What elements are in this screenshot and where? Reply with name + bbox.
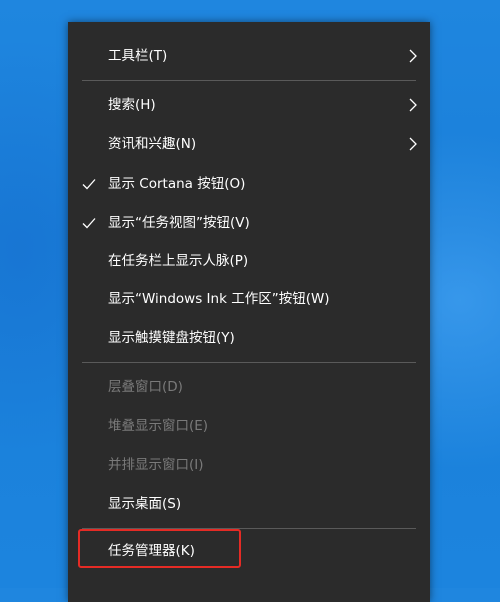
menu-item-show-touch-keyboard-button[interactable]: 显示触摸键盘按钮(Y) <box>68 318 430 358</box>
menu-item-label: 工具栏(T) <box>108 48 168 64</box>
menu-item-label: 堆叠显示窗口(E) <box>108 418 209 434</box>
menu-item-show-desktop[interactable]: 显示桌面(S) <box>68 484 430 524</box>
menu-separator <box>82 80 416 81</box>
menu-item-label: 资讯和兴趣(N) <box>108 136 197 152</box>
menu-separator <box>82 362 416 363</box>
menu-item-cascade-windows: 层叠窗口(D) <box>68 367 430 407</box>
menu-item-label: 层叠窗口(D) <box>108 379 183 395</box>
menu-item-show-people[interactable]: 在任务栏上显示人脉(P) <box>68 241 430 281</box>
menu-item-show-cortana-button[interactable]: 显示 Cortana 按钮(O) <box>68 164 430 204</box>
menu-item-label: 搜索(H) <box>108 97 156 113</box>
menu-item-toolbars[interactable]: 工具栏(T) <box>68 36 430 76</box>
menu-item-label: 并排显示窗口(I) <box>108 457 204 473</box>
menu-item-show-task-view-button[interactable]: 显示“任务视图”按钮(V) <box>68 203 430 243</box>
chevron-right-icon <box>408 124 418 164</box>
chevron-right-icon <box>408 36 418 76</box>
menu-item-label: 显示触摸键盘按钮(Y) <box>108 330 235 346</box>
menu-item-show-windows-ink-button[interactable]: 显示“Windows Ink 工作区”按钮(W) <box>68 279 430 319</box>
menu-item-label: 在任务栏上显示人脉(P) <box>108 253 249 269</box>
menu-item-label: 显示“Windows Ink 工作区”按钮(W) <box>108 291 330 307</box>
checkmark-icon <box>82 203 96 243</box>
menu-item-label: 显示桌面(S) <box>108 496 182 512</box>
menu-item-news-and-interests[interactable]: 资讯和兴趣(N) <box>68 124 430 164</box>
checkmark-icon <box>82 164 96 204</box>
menu-item-label: 显示“任务视图”按钮(V) <box>108 215 250 231</box>
taskbar-context-menu: 工具栏(T) 搜索(H) 资讯和兴趣(N) 显示 Cortana 按钮(O) 显… <box>68 22 430 602</box>
menu-item-search[interactable]: 搜索(H) <box>68 85 430 125</box>
menu-item-side-by-side-windows: 并排显示窗口(I) <box>68 445 430 485</box>
menu-item-stack-windows: 堆叠显示窗口(E) <box>68 406 430 446</box>
highlight-box <box>78 529 241 568</box>
menu-item-label: 显示 Cortana 按钮(O) <box>108 176 246 192</box>
chevron-right-icon <box>408 85 418 125</box>
